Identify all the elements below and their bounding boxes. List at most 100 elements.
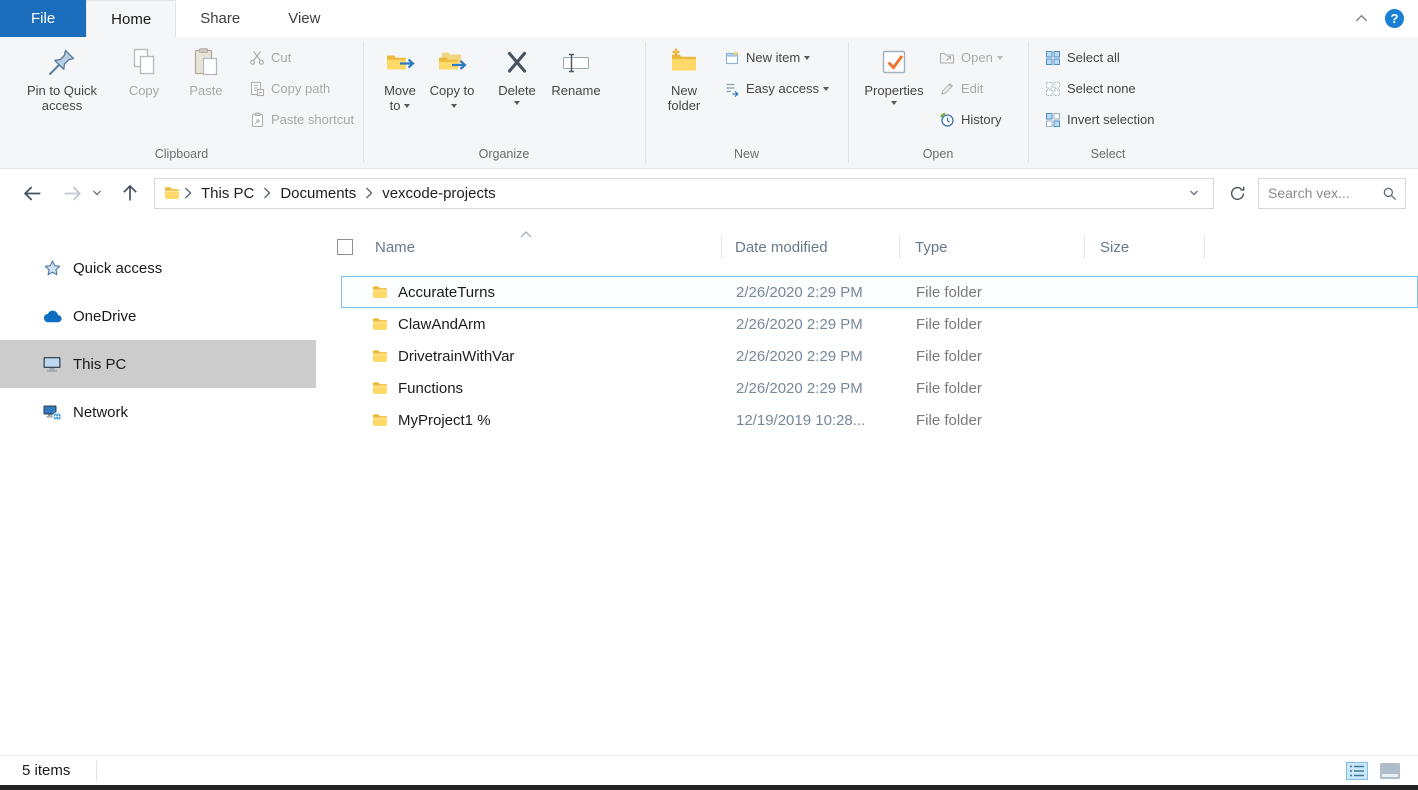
dropdown-caret-icon (997, 56, 1003, 60)
file-date-modified: 2/26/2020 2:29 PM (723, 348, 901, 365)
pin-to-quick-access-button[interactable]: Pin to Quick access (18, 37, 106, 114)
help-icon[interactable]: ? (1385, 9, 1404, 28)
ribbon: Pin to Quick access Copy Paste Cut (0, 37, 1418, 169)
search-input[interactable] (1268, 185, 1382, 201)
new-folder-label: New folder (655, 83, 713, 114)
collapse-ribbon-icon[interactable] (1354, 11, 1369, 26)
column-header-type[interactable]: Type (900, 228, 1085, 266)
dropdown-caret-icon (891, 101, 897, 105)
breadcrumb-chevron-icon[interactable] (182, 187, 194, 199)
back-button[interactable] (18, 179, 46, 207)
search-box (1258, 178, 1406, 209)
refresh-button[interactable] (1222, 178, 1252, 208)
breadcrumb-item[interactable]: vexcode-projects (375, 185, 502, 202)
open-button[interactable]: Open (934, 42, 1008, 73)
file-row[interactable]: AccurateTurns2/26/2020 2:29 PMFile folde… (341, 276, 1418, 308)
sidebar-item-quick-access[interactable]: Quick access (0, 244, 316, 292)
sidebar-item-label: OneDrive (73, 308, 136, 325)
move-to-button[interactable]: Move to (377, 37, 423, 114)
organize-group-label: Organize (363, 146, 645, 168)
history-button[interactable]: History (934, 104, 1008, 135)
folder-icon (372, 284, 388, 300)
delete-button[interactable]: Delete (491, 37, 543, 105)
paste-label: Paste (189, 83, 222, 98)
tab-bar-right-controls: ? (1354, 0, 1418, 37)
properties-button[interactable]: Properties (858, 37, 930, 105)
tab-home[interactable]: Home (86, 0, 176, 37)
edit-label: Edit (961, 81, 983, 96)
recent-locations-chevron-icon[interactable] (88, 179, 106, 207)
file-type: File folder (901, 412, 1086, 429)
breadcrumb-items: This PC Documents vexcode-projects (182, 185, 503, 202)
copy-path-icon (249, 81, 265, 97)
status-divider (96, 761, 97, 781)
rename-button[interactable]: Rename (545, 37, 607, 98)
ribbon-group-organize: Move to Copy to Delete Rename Organize (363, 37, 645, 168)
file-row[interactable]: Functions2/26/2020 2:29 PMFile folder (341, 372, 1418, 404)
file-list-header: Name Date modified Type Size (330, 228, 1418, 266)
file-list-rows: AccurateTurns2/26/2020 2:29 PMFile folde… (341, 276, 1418, 436)
copy-path-label: Copy path (271, 81, 330, 96)
paste-shortcut-label: Paste shortcut (271, 112, 354, 127)
paste-button[interactable]: Paste (180, 37, 232, 98)
file-name: Functions (398, 380, 463, 397)
file-name-cell: DrivetrainWithVar (342, 348, 723, 365)
paste-shortcut-icon (249, 112, 265, 128)
ribbon-group-clipboard: Pin to Quick access Copy Paste Cut (0, 37, 363, 168)
select-all-icon (1045, 50, 1061, 66)
column-header-date-modified[interactable]: Date modified (722, 228, 900, 266)
new-folder-button[interactable]: New folder (655, 37, 713, 114)
folder-icon (372, 380, 388, 396)
up-button[interactable] (116, 179, 144, 207)
file-name: MyProject1 % (398, 412, 491, 429)
file-name-cell: ClawAndArm (342, 316, 723, 333)
breadcrumb-item[interactable]: This PC (194, 185, 261, 202)
paste-shortcut-button[interactable]: Paste shortcut (244, 104, 359, 135)
edit-button[interactable]: Edit (934, 73, 1008, 104)
this-pc-icon (41, 353, 63, 375)
select-none-button[interactable]: Select none (1040, 73, 1159, 104)
address-dropdown-chevron-icon[interactable] (1181, 187, 1207, 199)
taskbar-edge (0, 785, 1418, 790)
file-row[interactable]: ClawAndArm2/26/2020 2:29 PMFile folder (341, 308, 1418, 340)
sidebar-item-onedrive[interactable]: OneDrive (0, 292, 316, 340)
copy-path-button[interactable]: Copy path (244, 73, 359, 104)
move-to-icon (384, 46, 416, 78)
file-row[interactable]: DrivetrainWithVar2/26/2020 2:29 PMFile f… (341, 340, 1418, 372)
column-header-date-label: Date modified (735, 239, 828, 256)
tab-file[interactable]: File (0, 0, 86, 37)
easy-access-icon (724, 81, 740, 97)
copy-button[interactable]: Copy (120, 37, 168, 98)
invert-selection-button[interactable]: Invert selection (1040, 104, 1159, 135)
details-view-button[interactable] (1343, 758, 1371, 784)
breadcrumb-chevron-icon[interactable] (363, 187, 375, 199)
column-header-size[interactable]: Size (1085, 228, 1205, 266)
search-icon[interactable] (1382, 185, 1398, 201)
file-type: File folder (901, 316, 1086, 333)
new-group-label: New (645, 146, 848, 168)
cut-icon (249, 50, 265, 66)
sidebar-item-this-pc[interactable]: This PC (0, 340, 316, 388)
tab-view[interactable]: View (264, 0, 344, 37)
dropdown-caret-icon (823, 87, 829, 91)
thumbnail-view-button[interactable] (1376, 758, 1404, 784)
items-count: 5 items (22, 762, 70, 779)
tab-share[interactable]: Share (176, 0, 264, 37)
invert-selection-label: Invert selection (1067, 112, 1154, 127)
column-header-name[interactable]: Name (330, 228, 722, 266)
rename-icon (560, 46, 592, 78)
breadcrumb[interactable]: This PC Documents vexcode-projects (154, 178, 1214, 209)
forward-button[interactable] (58, 179, 86, 207)
select-all-button[interactable]: Select all (1040, 42, 1159, 73)
column-header-type-label: Type (915, 239, 948, 256)
breadcrumb-chevron-icon[interactable] (261, 187, 273, 199)
cut-button[interactable]: Cut (244, 42, 359, 73)
history-label: History (961, 112, 1001, 127)
copy-to-button[interactable]: Copy to (429, 37, 475, 114)
breadcrumb-item[interactable]: Documents (273, 185, 363, 202)
sidebar-item-network[interactable]: Network (0, 388, 316, 436)
new-item-button[interactable]: New item (719, 42, 834, 73)
file-row[interactable]: MyProject1 %12/19/2019 10:28...File fold… (341, 404, 1418, 436)
folder-icon (372, 412, 388, 428)
easy-access-button[interactable]: Easy access (719, 73, 834, 104)
